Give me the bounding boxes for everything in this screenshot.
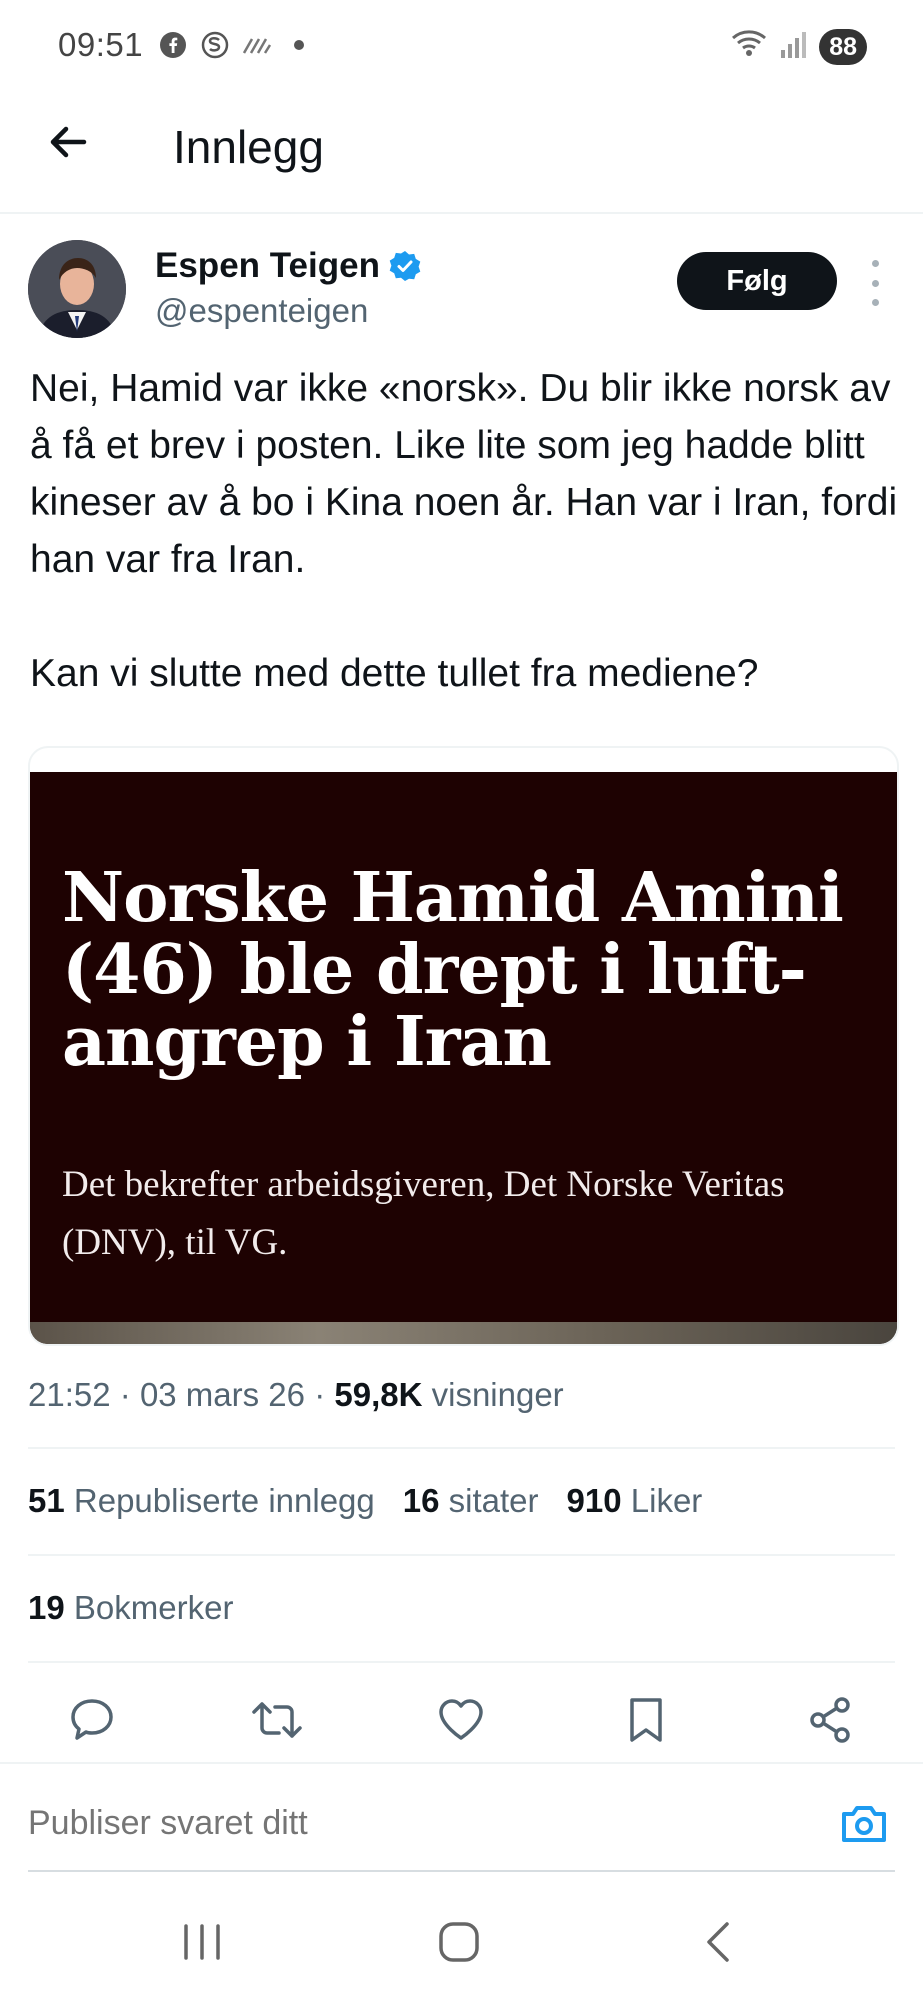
views-count: 59,8K — [334, 1376, 423, 1413]
media-card[interactable]: Norske Hamid Amini (46) ble drept i luft… — [28, 746, 899, 1346]
home-icon — [439, 1922, 479, 1962]
bookmark-icon — [630, 1698, 662, 1742]
signal-waves-icon — [242, 30, 272, 60]
divider — [0, 1762, 923, 1764]
reply-input[interactable] — [28, 1804, 808, 1843]
more-vertical-icon — [871, 260, 879, 267]
skype-icon — [200, 30, 230, 60]
views-label: visninger — [431, 1376, 564, 1413]
header-divider — [0, 212, 923, 214]
reply-icon — [71, 1699, 113, 1740]
quotes-stat[interactable]: 16 sitater — [403, 1482, 539, 1520]
battery-indicator: 88 — [819, 28, 867, 65]
status-notification-icons — [158, 30, 314, 60]
likes-stat[interactable]: 910 Liker — [567, 1482, 703, 1520]
action-bar — [0, 1690, 923, 1750]
follow-button[interactable]: Følg — [677, 252, 837, 310]
reposts-stat[interactable]: 51 Republiserte innlegg — [28, 1482, 375, 1520]
verified-badge-icon — [388, 249, 422, 283]
back-button[interactable] — [44, 118, 92, 166]
reply-underline — [28, 1870, 895, 1872]
divider — [28, 1447, 895, 1449]
engagement-stats: 51 Republiserte innlegg 16 sitater 910 L… — [28, 1482, 702, 1520]
quotes-label: sitater — [448, 1482, 539, 1519]
repost-button[interactable] — [247, 1690, 307, 1750]
bookmarks-label: Bokmerker — [73, 1589, 234, 1626]
home-button[interactable] — [437, 1920, 481, 1964]
meta-separator: · — [314, 1376, 326, 1413]
quotes-count: 16 — [402, 1482, 440, 1519]
meta-separator: · — [119, 1376, 131, 1413]
reposts-label: Republiserte innlegg — [73, 1482, 375, 1519]
chevron-left-icon — [707, 1922, 729, 1962]
like-button[interactable] — [431, 1690, 491, 1750]
tweet-paragraph: Nei, Hamid var ikke «norsk». Du blir ikk… — [30, 367, 898, 581]
recents-icon — [184, 1924, 220, 1960]
author-name-row[interactable]: Espen Teigen — [155, 246, 422, 286]
bookmark-button[interactable] — [616, 1690, 676, 1750]
author-name[interactable]: Espen Teigen — [155, 246, 380, 286]
tweet-time: 21:52 — [28, 1376, 111, 1413]
like-icon — [439, 1699, 483, 1740]
bookmarks-stat[interactable]: 19 Bokmerker — [28, 1589, 233, 1627]
cellular-signal-icon — [779, 28, 809, 65]
share-icon — [810, 1697, 850, 1743]
divider — [28, 1661, 895, 1663]
status-time: 09:51 — [58, 26, 144, 63]
likes-count: 910 — [566, 1482, 622, 1519]
nav-back-button[interactable] — [703, 1918, 733, 1966]
reply-button[interactable] — [62, 1690, 122, 1750]
page-title: Innlegg — [173, 121, 324, 173]
tweet-body: Nei, Hamid var ikke «norsk». Du blir ikk… — [30, 360, 900, 702]
dot-icon — [284, 30, 314, 60]
reposts-count: 51 — [28, 1482, 65, 1519]
facebook-icon — [158, 30, 188, 60]
bookmarks-count: 19 — [28, 1589, 65, 1626]
profile-photo — [28, 240, 126, 338]
repost-icon — [252, 1702, 302, 1738]
camera-icon — [842, 1806, 886, 1842]
status-system-icons: 88 — [729, 28, 867, 65]
article-headline: Norske Hamid Amini (46) ble drept i luft… — [62, 858, 844, 1082]
tweet-date: 03 mars 26 — [139, 1376, 306, 1413]
author-handle[interactable]: @espenteigen — [155, 292, 368, 330]
article-subtitle: Det bekrefter arbeidsgiveren, Det Norske… — [62, 1164, 785, 1263]
tweet-meta: 21:52 · 03 mars 26 · 59,8K visninger — [28, 1376, 564, 1414]
more-options-button[interactable] — [862, 260, 888, 306]
arrow-left-icon — [50, 126, 87, 158]
share-button[interactable] — [800, 1690, 860, 1750]
tweet-paragraph: Kan vi slutte med dette tullet fra medie… — [30, 652, 759, 695]
avatar[interactable] — [28, 240, 126, 338]
likes-label: Liker — [630, 1482, 703, 1519]
wifi-icon — [729, 28, 769, 65]
recent-apps-button[interactable] — [180, 1922, 224, 1962]
divider — [28, 1554, 895, 1556]
article-image[interactable]: Norske Hamid Amini (46) ble drept i luft… — [30, 772, 897, 1344]
camera-button[interactable] — [838, 1798, 890, 1850]
